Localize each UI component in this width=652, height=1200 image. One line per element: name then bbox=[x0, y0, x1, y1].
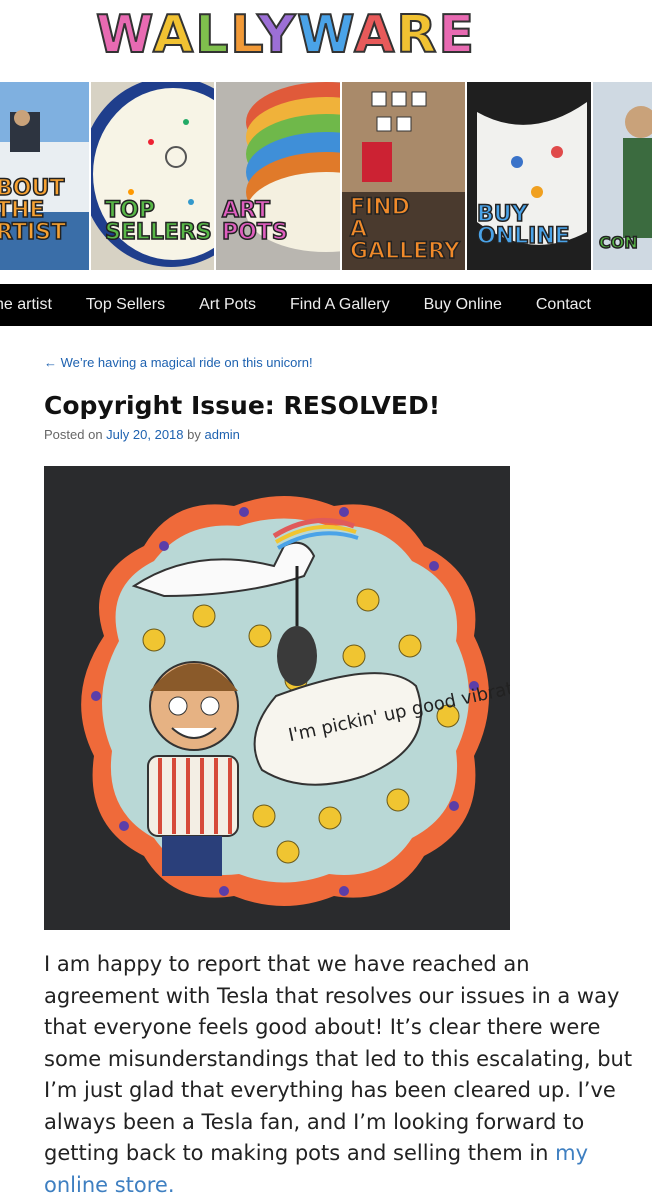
post-meta: Posted on July 20, 2018 by admin bbox=[44, 427, 240, 442]
logo-wordmark: WALLYWARE bbox=[95, 4, 476, 66]
logo-letter: E bbox=[437, 4, 476, 66]
banner-tile-label: FIND A GALLERY bbox=[349, 195, 460, 264]
banner-tile-label: CON bbox=[598, 232, 638, 253]
nav-item-contact[interactable]: Contact bbox=[519, 284, 608, 326]
banner-tile-about-artist[interactable]: BOUT THE RTIST bbox=[0, 82, 91, 270]
nav-item-art-pots[interactable]: Art Pots bbox=[182, 284, 273, 326]
banner-tile-contact[interactable]: CON bbox=[593, 82, 652, 270]
nav-item-find-gallery[interactable]: Find A Gallery bbox=[273, 284, 407, 326]
banner-tile-top-sellers[interactable]: TOP SELLERS bbox=[91, 82, 216, 270]
banner-tile-buy-online[interactable]: BUY ONLINE bbox=[467, 82, 593, 270]
banner-tile-label: ART POTS bbox=[221, 198, 288, 245]
logo-letter: W bbox=[95, 4, 154, 66]
logo-letter: Y bbox=[256, 4, 298, 66]
post-body-text: I am happy to report that we have reache… bbox=[44, 952, 633, 1165]
banner-tile-label: BOUT THE RTIST bbox=[0, 176, 67, 245]
banner-tile-art-pots[interactable]: ART POTS bbox=[216, 82, 342, 270]
bowl-image: I'm pickin' up good vibrations!! bbox=[44, 466, 510, 930]
post-body: I am happy to report that we have reache… bbox=[44, 949, 644, 1200]
meta-prefix: Posted on bbox=[44, 427, 103, 442]
author-link[interactable]: admin bbox=[205, 427, 240, 442]
post-date-link[interactable]: July 20, 2018 bbox=[106, 427, 183, 442]
banner: BOUT THE RTIST TOP SELLERS ART POTS FIND… bbox=[0, 82, 652, 270]
logo-letter: A bbox=[152, 4, 196, 66]
logo-letter: R bbox=[395, 4, 439, 66]
banner-tile-label: BUY ONLINE bbox=[476, 202, 570, 249]
painted-bowl-illustration: I'm pickin' up good vibrations!! bbox=[44, 466, 510, 930]
meta-by: by bbox=[187, 427, 201, 442]
nav-item-about-artist[interactable]: he artist bbox=[0, 284, 69, 326]
main-nav: he artist Top Sellers Art Pots Find A Ga… bbox=[0, 284, 652, 326]
nav-item-top-sellers[interactable]: Top Sellers bbox=[69, 284, 182, 326]
site-logo[interactable]: WALLYWARE bbox=[0, 0, 652, 82]
logo-letter: L bbox=[229, 4, 258, 66]
logo-letter: W bbox=[296, 4, 355, 66]
banner-tile-label: TOP SELLERS bbox=[104, 198, 212, 245]
banner-tile-find-gallery[interactable]: FIND A GALLERY bbox=[342, 82, 467, 270]
nav-item-buy-online[interactable]: Buy Online bbox=[407, 284, 519, 326]
logo-letter: A bbox=[353, 4, 397, 66]
previous-post-link[interactable]: ← We’re having a magical ride on this un… bbox=[44, 355, 313, 370]
logo-letter: L bbox=[194, 4, 231, 66]
post-title: Copyright Issue: RESOLVED! bbox=[44, 391, 441, 420]
